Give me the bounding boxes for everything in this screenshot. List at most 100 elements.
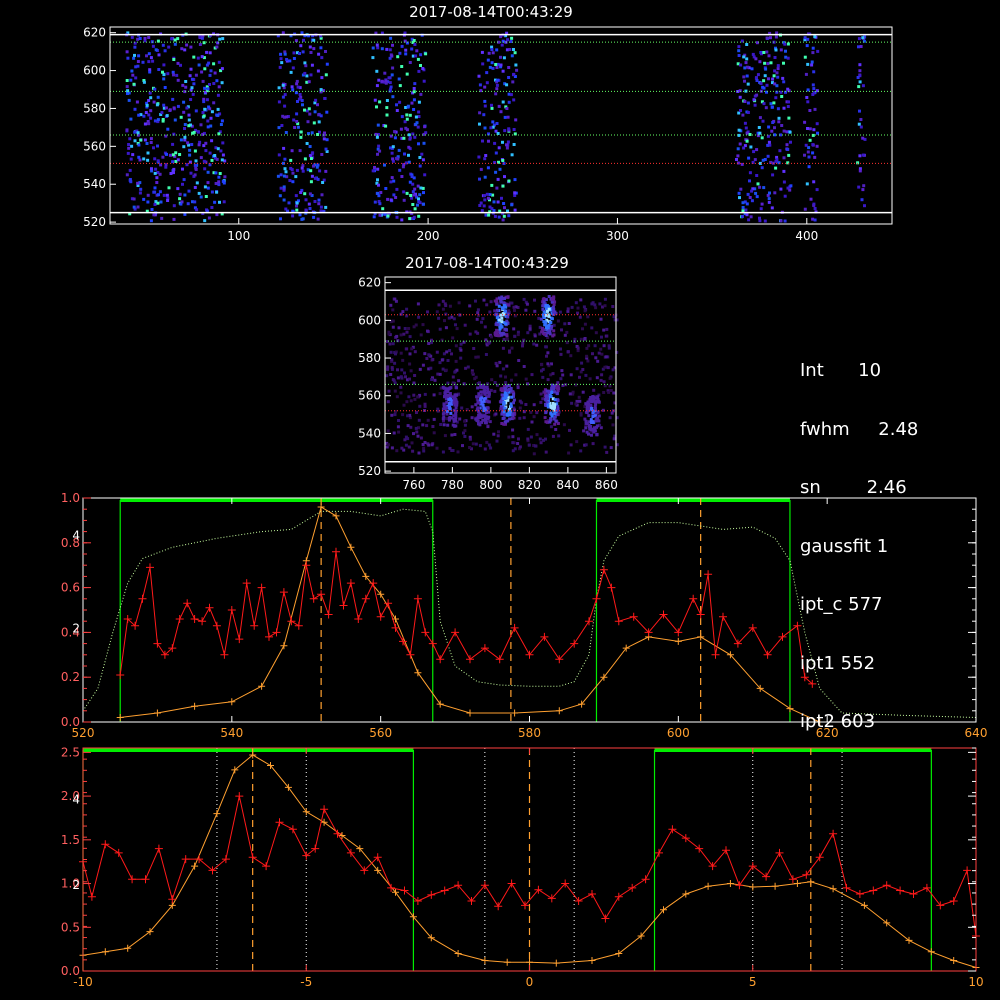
heatmap-pixel xyxy=(501,140,504,144)
heatmap-pixel xyxy=(390,413,394,417)
heatmap-pixel xyxy=(190,77,194,81)
heatmap-pixel xyxy=(158,172,162,176)
heatmap-pixel xyxy=(325,110,329,114)
heatmap-pixel xyxy=(552,333,556,337)
heatmap-pixel xyxy=(298,149,302,153)
heatmap-pixel xyxy=(136,60,140,63)
heatmap-pixel xyxy=(476,386,480,390)
heatmap-pixel xyxy=(172,73,175,77)
heatmap-pixel xyxy=(495,122,499,125)
heatmap-pixel xyxy=(292,118,296,122)
heatmap-pixel xyxy=(390,358,394,362)
heatmap-pixel xyxy=(405,191,409,195)
heatmap-pixel xyxy=(413,207,417,211)
heatmap-pixel xyxy=(418,156,422,159)
heatmap-pixel xyxy=(856,76,860,79)
heatmap-pixel xyxy=(741,201,745,205)
heatmap-pixel xyxy=(501,100,505,104)
orange-point xyxy=(526,958,533,966)
heatmap-pixel xyxy=(498,360,502,364)
heatmap-pixel xyxy=(500,393,504,397)
heatmap-pixel xyxy=(811,93,815,96)
heatmap-pixel xyxy=(567,322,571,325)
heatmap-pixel xyxy=(562,423,566,427)
heatmap-pixel xyxy=(149,137,153,141)
heatmap-pixel xyxy=(303,108,306,112)
heatmap-pixel xyxy=(745,213,749,217)
red-point xyxy=(324,610,333,619)
heatmap-pixel xyxy=(612,437,616,441)
heatmap-pixel xyxy=(803,55,807,59)
heatmap-pixel xyxy=(380,47,384,51)
heatmap-pixel xyxy=(443,319,446,323)
heatmap-pixel xyxy=(142,197,146,201)
heatmap-pixel xyxy=(389,350,393,354)
heatmap-pixel xyxy=(203,219,207,223)
heatmap-pixel xyxy=(484,411,488,414)
heatmap-pixel xyxy=(445,417,449,421)
orange-point xyxy=(950,957,958,964)
heatmap-pixel xyxy=(805,96,809,99)
heatmap-pixel xyxy=(757,126,761,129)
heatmap-pixel xyxy=(418,193,422,197)
y-tick-label: 1.5 xyxy=(61,833,80,847)
heatmap-pixel xyxy=(762,186,766,190)
heatmap-pixel xyxy=(449,398,453,402)
heatmap-pixel xyxy=(592,398,596,401)
heatmap-pixel xyxy=(388,48,392,52)
heatmap-pixel xyxy=(206,170,210,174)
heatmap-pixel xyxy=(389,180,393,184)
heatmap-pixel xyxy=(760,166,764,170)
heatmap-pixel xyxy=(430,378,434,381)
heatmap-pixel xyxy=(191,92,195,96)
heatmap-pixel xyxy=(325,138,329,142)
heatmap-pixel xyxy=(395,395,399,399)
heatmap-pixel xyxy=(417,69,421,73)
red-point xyxy=(376,612,385,621)
heatmap-pixel xyxy=(313,176,317,180)
heatmap-pixel xyxy=(574,402,578,406)
heatmap-pixel xyxy=(216,107,220,111)
heatmap-pixel xyxy=(426,329,429,333)
heatmap-pixel xyxy=(448,415,452,419)
heatmap-pixel xyxy=(408,61,412,64)
heatmap-pixel xyxy=(605,334,609,338)
heatmap-pixel xyxy=(786,56,790,60)
heatmap-pixel xyxy=(546,362,550,366)
orange-point xyxy=(302,808,310,816)
heatmap-pixel xyxy=(563,333,567,337)
heatmap-pixel xyxy=(435,446,439,450)
heatmap-pixel xyxy=(780,124,784,127)
heatmap-pixel xyxy=(160,216,164,220)
heatmap-pixel xyxy=(545,394,549,398)
red-point xyxy=(287,617,296,626)
heatmap-pixel xyxy=(503,327,507,331)
heatmap-pixel xyxy=(206,125,210,129)
red-point xyxy=(153,639,162,648)
orange-point xyxy=(191,862,199,870)
heatmap-pixel xyxy=(442,423,446,427)
heatmap-pixel xyxy=(579,337,583,341)
heatmap-pixel xyxy=(511,449,515,453)
heatmap-pixel xyxy=(282,198,286,202)
heatmap-pixel xyxy=(306,120,310,124)
heatmap-pixel xyxy=(487,443,491,447)
heatmap-pixel xyxy=(432,431,436,435)
heatmap-pixel xyxy=(399,391,403,395)
heatmap-pixel xyxy=(582,305,586,309)
red-point xyxy=(689,594,698,603)
heatmap-pixel xyxy=(405,347,409,351)
heatmap-pixel xyxy=(309,157,313,160)
heatmap-pixel xyxy=(312,121,316,125)
heatmap-pixel xyxy=(450,352,453,356)
heatmap-pixel xyxy=(386,443,390,447)
heatmap-pixel xyxy=(505,364,509,368)
heatmap-pixel xyxy=(514,118,518,122)
heatmap-pixel xyxy=(602,380,606,384)
heatmap-pixel xyxy=(518,399,522,403)
heatmap-pixel xyxy=(512,73,515,77)
heatmap-pixel xyxy=(283,157,287,161)
heatmap-pixel xyxy=(193,200,197,204)
heatmap-pixel xyxy=(432,417,436,421)
heatmap-pixel xyxy=(512,392,516,396)
